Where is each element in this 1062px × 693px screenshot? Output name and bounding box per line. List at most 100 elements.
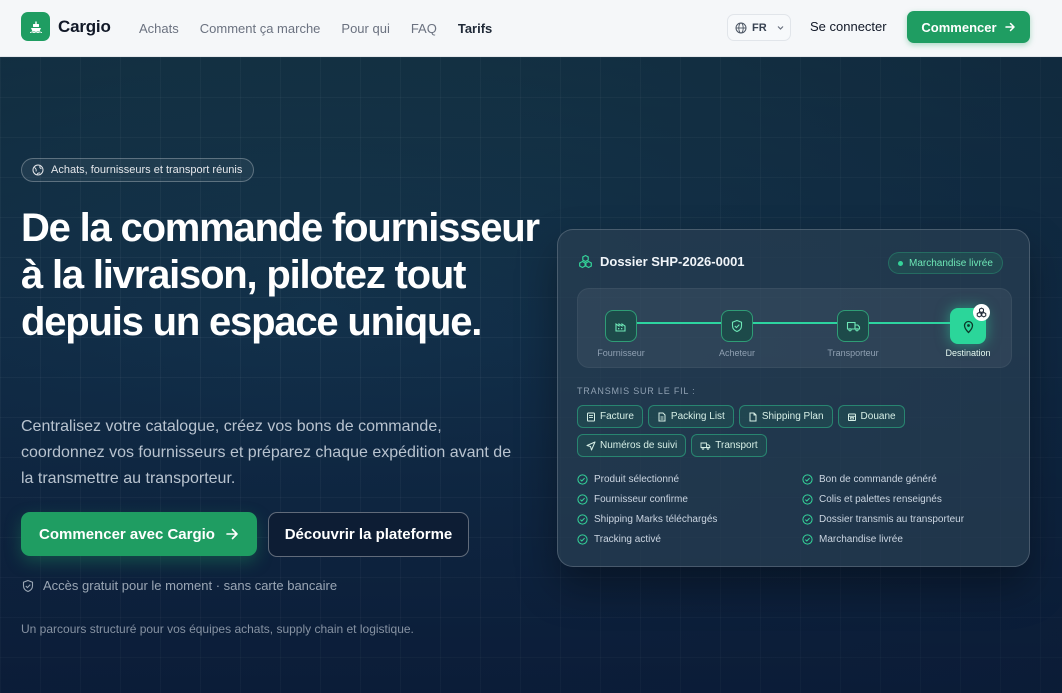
step-label-supplier: Fournisseur <box>597 348 645 358</box>
journey-note: Un parcours structuré pour vos équipes a… <box>21 622 414 636</box>
globe-icon <box>735 22 747 33</box>
primary-cta-label: Commencer avec Cargio <box>39 525 215 543</box>
tracker-progress-line <box>621 322 971 324</box>
nav-link-tarifs[interactable]: Tarifs <box>458 21 492 36</box>
arrow-right-icon <box>1004 22 1015 32</box>
step-supplier[interactable] <box>605 310 637 342</box>
chip-label: Douane <box>860 411 896 422</box>
receipt-icon <box>587 412 595 421</box>
nav-link-achats[interactable]: Achats <box>139 21 179 36</box>
check-item: Bon de commande généré <box>802 474 1017 485</box>
top-navbar: Cargio Achats Comment ça marche Pour qui… <box>0 0 1062 57</box>
step-label-buyer: Acheteur <box>718 348 756 358</box>
check-label: Fournisseur confirme <box>594 494 688 505</box>
navigation-icon <box>586 441 596 450</box>
status-text: Marchandise livrée <box>909 257 993 269</box>
brand-name: Cargio <box>58 16 111 36</box>
shipment-tracker: Fournisseur Acheteur Transporteur Destin… <box>577 288 1012 368</box>
check-label: Produit sélectionné <box>594 474 680 485</box>
shipment-id: Dossier SHP-2026-0001 <box>600 254 745 269</box>
shipment-title: Dossier SHP-2026-0001 <box>578 254 745 269</box>
arrow-right-icon <box>226 528 238 540</box>
chip-label: Facture <box>600 411 634 422</box>
language-selector[interactable]: FR <box>727 14 791 41</box>
check-label: Tracking activé <box>594 534 661 545</box>
step-label-carrier: Transporteur <box>827 348 879 358</box>
map-pin-icon <box>963 320 973 333</box>
secondary-cta-label: Découvrir la plateforme <box>284 526 453 543</box>
step-carrier[interactable] <box>837 310 869 342</box>
discover-platform-button[interactable]: Découvrir la plateforme <box>268 512 469 557</box>
free-access-note: Accès gratuit pour le moment · sans cart… <box>21 578 337 593</box>
check-item: Shipping Marks téléchargés <box>577 514 802 525</box>
nav-links: Achats Comment ça marche Pour qui FAQ Ta… <box>139 0 513 57</box>
truck-icon <box>700 442 711 450</box>
chip-packing-list[interactable]: Packing List <box>647 405 734 428</box>
ship-icon <box>21 12 50 41</box>
check-item: Marchandise livrée <box>802 534 1017 545</box>
check-circle-icon <box>577 494 588 505</box>
check-circle-icon <box>802 474 813 485</box>
language-label: FR <box>752 21 767 34</box>
check-item: Produit sélectionné <box>577 474 802 485</box>
chip-facture[interactable]: Facture <box>577 405 643 428</box>
check-item: Dossier transmis au transporteur <box>802 514 1017 525</box>
chip-shipping-plan[interactable]: Shipping Plan <box>738 405 833 428</box>
check-circle-icon <box>577 474 588 485</box>
shield-check-icon <box>22 579 34 592</box>
chip-douane[interactable]: Douane <box>837 405 905 428</box>
check-item: Fournisseur confirme <box>577 494 802 505</box>
boxes-icon <box>579 254 592 269</box>
chevron-down-icon <box>777 26 784 30</box>
transmitted-heading: TRANSMIS SUR LE FIL : <box>577 386 696 396</box>
building-icon <box>847 413 856 421</box>
truck-icon <box>846 321 860 332</box>
chip-label: Packing List <box>670 411 725 422</box>
file-icon <box>749 412 757 421</box>
brand-logo[interactable]: Cargio <box>21 12 111 41</box>
nav-link-comment[interactable]: Comment ça marche <box>200 21 321 36</box>
boxes-icon <box>973 304 990 321</box>
hero-badge: Achats, fournisseurs et transport réunis <box>21 158 255 182</box>
check-label: Shipping Marks téléchargés <box>594 514 718 525</box>
check-circle-icon <box>802 514 813 525</box>
check-circle-icon <box>802 494 813 505</box>
step-buyer[interactable] <box>721 310 753 342</box>
check-circle-icon <box>577 534 588 545</box>
check-label: Bon de commande généré <box>819 474 937 485</box>
check-circle-icon <box>802 534 813 545</box>
nav-link-pour-qui[interactable]: Pour qui <box>341 21 389 36</box>
chip-label: Shipping Plan <box>761 411 824 422</box>
check-label: Dossier transmis au transporteur <box>819 514 965 525</box>
chip-label: Transport <box>715 440 758 451</box>
start-with-cargio-button[interactable]: Commencer avec Cargio <box>21 512 257 556</box>
document-chips: Facture Packing List Shipping Plan Douan… <box>577 405 1017 463</box>
hero-subtitle: Centralisez votre catalogue, créez vos b… <box>21 418 512 487</box>
globe-icon <box>32 164 44 176</box>
hero-headline: De la commande fournisseur à la livraiso… <box>21 206 540 344</box>
status-dot <box>898 260 903 266</box>
nav-link-faq[interactable]: FAQ <box>411 21 437 36</box>
free-access-text: Accès gratuit pour le moment · sans cart… <box>43 578 338 593</box>
step-label-destination: Destination <box>945 348 991 358</box>
hero-section: Achats, fournisseurs et transport réunis… <box>0 57 1062 693</box>
status-badge: Marchandise livrée <box>888 252 1003 274</box>
check-label: Colis et palettes renseignés <box>819 494 942 505</box>
check-item: Colis et palettes renseignés <box>802 494 1017 505</box>
check-item: Tracking activé <box>577 534 802 545</box>
shield-icon <box>731 319 743 333</box>
factory-icon <box>615 322 626 332</box>
shipment-card: Dossier SHP-2026-0001 Marchandise livrée… <box>557 229 1030 567</box>
start-button[interactable]: Commencer <box>907 11 1030 43</box>
milestone-checklist: Produit sélectionné Bon de commande géné… <box>577 474 1017 545</box>
hero-badge-text: Achats, fournisseurs et transport réunis <box>51 164 243 176</box>
start-button-label: Commencer <box>921 19 997 35</box>
login-link[interactable]: Se connecter <box>810 19 887 34</box>
chip-transport[interactable]: Transport <box>691 434 767 457</box>
chip-label: Numéros de suivi <box>600 440 678 451</box>
check-circle-icon <box>577 514 588 525</box>
chip-tracking-numbers[interactable]: Numéros de suivi <box>577 434 687 457</box>
file-icon <box>658 412 666 421</box>
step-destination[interactable] <box>950 304 990 344</box>
check-label: Marchandise livrée <box>819 534 903 545</box>
